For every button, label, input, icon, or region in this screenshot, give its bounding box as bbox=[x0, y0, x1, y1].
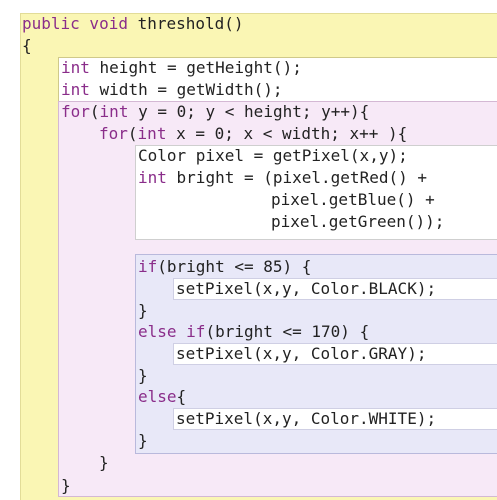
code-text: width = getWidth(); bbox=[89, 80, 283, 99]
keyword-if: if bbox=[176, 322, 206, 341]
paren: ( bbox=[89, 102, 100, 121]
elseif-close-brace: } bbox=[138, 366, 148, 385]
keyword-int: int bbox=[99, 102, 129, 121]
keyword-for: for bbox=[61, 102, 90, 121]
code-text: (bright <= 170) { bbox=[205, 322, 370, 341]
keyword-for: for bbox=[99, 124, 128, 143]
code-text: (bright <= 85) { bbox=[157, 257, 312, 276]
code-text: bright = (pixel.getRed() + bbox=[166, 168, 427, 187]
keyword-else: else bbox=[138, 387, 177, 406]
keyword-int: int bbox=[61, 58, 90, 77]
pixel-decl-line[interactable]: Color pixel = getPixel(x,y); bbox=[138, 145, 408, 167]
if-header-line[interactable]: if(bright <= 85) { bbox=[138, 256, 311, 278]
if-close-brace: } bbox=[138, 301, 148, 320]
set-white-line[interactable]: setPixel(x,y, Color.WHITE); bbox=[176, 408, 436, 430]
code-editor: public void threshold() { int height = g… bbox=[0, 0, 497, 500]
else-close-brace: } bbox=[138, 431, 148, 450]
for-y-header-line[interactable]: for(int y = 0; y < height; y++){ bbox=[61, 101, 369, 123]
elseif-header-line[interactable]: else if(bright <= 170) { bbox=[138, 321, 369, 343]
method-signature-line[interactable]: public void threshold() bbox=[22, 13, 244, 35]
code-text: height = getHeight(); bbox=[89, 58, 302, 77]
set-black-line[interactable]: setPixel(x,y, Color.BLACK); bbox=[176, 278, 436, 300]
get-green-line[interactable]: pixel.getGreen()); bbox=[271, 211, 444, 233]
keyword-int: int bbox=[138, 168, 167, 187]
method-open-brace: { bbox=[22, 36, 32, 55]
keyword-int: int bbox=[137, 124, 167, 143]
else-header-line[interactable]: else{ bbox=[138, 386, 186, 408]
code-text: y = 0; y < height; y++){ bbox=[128, 102, 370, 121]
set-gray-line[interactable]: setPixel(x,y, Color.GRAY); bbox=[176, 343, 426, 365]
keyword-if: if bbox=[138, 257, 158, 276]
method-modifiers: public void bbox=[22, 14, 128, 33]
for-x-close-brace: } bbox=[99, 453, 109, 472]
code-text: { bbox=[176, 387, 187, 406]
for-x-header-line[interactable]: for(int x = 0; x < width; x++ ){ bbox=[99, 123, 407, 145]
height-decl-line[interactable]: int height = getHeight(); bbox=[61, 57, 302, 79]
keyword-else: else bbox=[138, 322, 177, 341]
bright-decl-line[interactable]: int bright = (pixel.getRed() + bbox=[138, 167, 427, 189]
paren: ( bbox=[127, 124, 138, 143]
code-text: x = 0; x < width; x++ ){ bbox=[166, 124, 408, 143]
get-blue-line[interactable]: pixel.getBlue() + bbox=[271, 189, 435, 211]
method-name: threshold() bbox=[127, 14, 244, 33]
for-y-close-brace: } bbox=[61, 476, 71, 495]
keyword-int: int bbox=[61, 80, 90, 99]
width-decl-line[interactable]: int width = getWidth(); bbox=[61, 79, 283, 101]
